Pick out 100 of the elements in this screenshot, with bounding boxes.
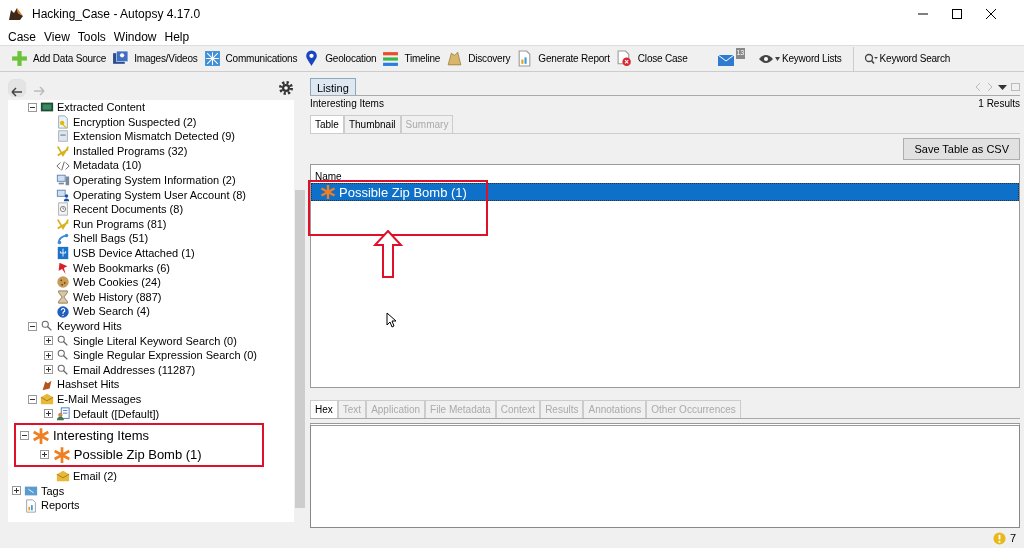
table-cell-text: Possible Zip Bomb (1) (339, 183, 467, 202)
collapse-toggle[interactable] (27, 102, 37, 112)
tree-item[interactable]: Extracted Content (57, 100, 146, 116)
mouse-cursor-icon (386, 312, 396, 329)
view-tab[interactable]: Thumbnail (343, 114, 401, 133)
maximize-icon[interactable] (952, 9, 962, 19)
eye-icon (758, 53, 773, 64)
toolbar-button[interactable]: Close Case (612, 46, 691, 71)
document-clock-icon (56, 202, 70, 217)
tree-item[interactable]: Installed Programs (32) (73, 142, 188, 160)
tree-item[interactable]: Web Search (4) (73, 303, 150, 320)
column-header[interactable]: Name (311, 169, 342, 184)
listing-tab[interactable]: Listing (310, 77, 356, 95)
report-icon (24, 498, 38, 513)
tree-item[interactable]: Web History (887) (73, 288, 162, 306)
shell-icon (56, 231, 70, 246)
toolbar-button[interactable]: Communications (200, 46, 301, 71)
network-icon (203, 50, 221, 67)
envelope-icon (40, 392, 54, 407)
back-arrow-icon (11, 87, 23, 98)
notification-count: 7 (1009, 530, 1016, 546)
tree-item[interactable]: Recent Documents (8) (73, 201, 184, 218)
expand-toggle[interactable] (43, 336, 53, 346)
toolbar-button[interactable]: Images/Videos (109, 46, 201, 71)
tree-item[interactable]: Web Bookmarks (6) (73, 259, 170, 277)
tree-item[interactable]: Metadata (10) (73, 157, 142, 174)
tree-item[interactable]: Run Programs (81) (73, 215, 167, 233)
tree-item[interactable]: Tags (41, 482, 65, 500)
keyword-lists-button[interactable]: Keyword Lists (755, 46, 845, 71)
viewer-tab[interactable]: Hex (310, 400, 338, 418)
tree-item[interactable]: Hashset Hits (57, 376, 120, 393)
tree-item[interactable]: Keyword Hits (57, 317, 122, 335)
timeline-icon (382, 50, 400, 67)
program-icon (56, 217, 70, 232)
menu-item[interactable]: Help (160, 27, 194, 46)
tree-item[interactable]: Encryption Suspected (2) (73, 113, 197, 131)
arrow-icon (373, 230, 403, 279)
tree-item[interactable]: USB Device Attached (1) (73, 245, 195, 262)
tree-item[interactable]: E-Mail Messages (57, 390, 142, 408)
tree-item[interactable]: Single Literal Keyword Search (0) (73, 332, 237, 350)
table-row[interactable]: Possible Zip Bomb (1) (311, 183, 1019, 202)
asterisk-icon (32, 426, 50, 445)
toolbar-button[interactable]: Generate Report (513, 46, 613, 71)
listing-title: Interesting Items (310, 96, 384, 111)
tree-item[interactable]: Email (2) (73, 468, 117, 485)
tree-item[interactable]: Interesting Items (53, 425, 150, 446)
expand-toggle[interactable] (43, 365, 53, 375)
asterisk-icon (52, 445, 71, 464)
expand-toggle[interactable] (43, 409, 53, 419)
expand-toggle[interactable] (43, 350, 53, 360)
cookie-icon (56, 275, 70, 290)
toolbar-button[interactable]: Add Data Source (8, 46, 110, 71)
search-icon (56, 333, 70, 348)
window-title: Hacking_Case - Autopsy 4.17.0 (32, 6, 201, 23)
toolbar-button[interactable]: Timeline (379, 46, 444, 71)
tree-item[interactable]: Operating System User Account (8) (73, 186, 246, 204)
tree-item[interactable]: Single Regular Expression Search (0) (73, 347, 258, 364)
keyword-search-button[interactable]: Keyword Search (852, 46, 954, 71)
menu-item[interactable]: Window (109, 27, 161, 46)
menu-item[interactable]: Case (4, 27, 40, 46)
document-close-icon (615, 50, 633, 67)
expand-toggle[interactable] (11, 486, 21, 496)
results-count: 1 Results (978, 96, 1020, 111)
tree-item[interactable]: Operating System Information (2) (73, 172, 236, 189)
tree-item[interactable]: Reports (41, 497, 80, 514)
collapse-toggle[interactable] (19, 431, 29, 441)
toolbar-button[interactable]: Discovery (443, 46, 514, 71)
close-icon[interactable] (986, 9, 996, 19)
tree-item[interactable]: Extension Mismatch Detected (9) (73, 128, 235, 145)
tree-item[interactable]: Shell Bags (51) (73, 230, 149, 247)
map-icon (446, 50, 464, 67)
tree-item[interactable]: Email Addresses (11287) (73, 361, 196, 379)
search-icon (863, 52, 878, 65)
menu-item[interactable]: View (40, 27, 74, 46)
app-logo-icon (8, 7, 24, 21)
view-tab[interactable]: Table (310, 114, 344, 133)
computer-icon (56, 173, 70, 188)
tree-item[interactable]: Default ([Default]) (73, 405, 160, 422)
search-icon (56, 363, 70, 377)
document-key-icon (56, 114, 70, 129)
bookmark-icon (56, 260, 70, 275)
user-account-icon (56, 187, 70, 202)
collapse-toggle[interactable] (27, 321, 37, 331)
tree-item[interactable]: Web Cookies (24) (73, 274, 161, 291)
help-globe-icon (56, 304, 70, 319)
forward-arrow-icon (33, 86, 45, 97)
contact-icon (56, 406, 70, 421)
usb-icon (56, 246, 70, 261)
toolbar-button[interactable]: Geolocation (300, 46, 380, 71)
plus-icon (11, 50, 28, 67)
expand-toggle[interactable] (40, 450, 50, 460)
tree-item[interactable]: Possible Zip Bomb (1) (73, 444, 202, 465)
menu-item[interactable]: Tools (73, 27, 110, 46)
save-table-button[interactable]: Save Table as CSV (903, 137, 1020, 161)
dropdown-icon[interactable] (998, 82, 1007, 91)
program-icon (56, 144, 70, 159)
collapse-toggle[interactable] (27, 394, 37, 404)
document-icon (56, 129, 70, 144)
back-button[interactable] (8, 78, 26, 97)
settings-icon[interactable] (278, 79, 294, 96)
